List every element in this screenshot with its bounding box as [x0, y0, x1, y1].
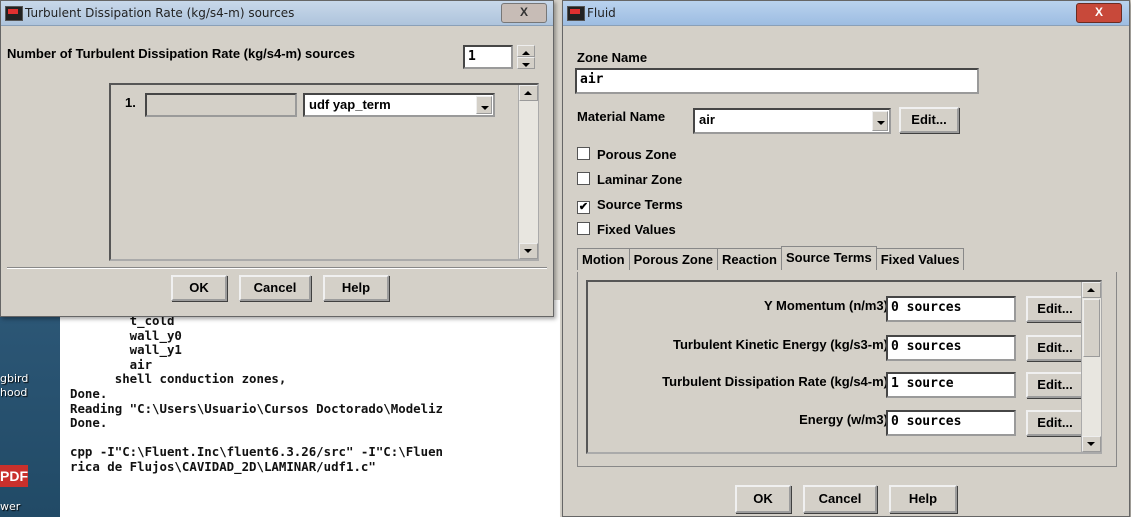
energy-edit-button[interactable]: Edit... — [1026, 410, 1084, 436]
checkbox-label: Laminar Zone — [597, 172, 683, 187]
checkbox-label: Source Terms — [597, 197, 683, 212]
y-momentum-label: Y Momentum (n/m3) — [764, 298, 888, 313]
cancel-button[interactable]: Cancel — [803, 485, 877, 513]
close-icon[interactable]: X — [1076, 3, 1122, 23]
checkbox-icon[interactable] — [577, 147, 590, 160]
spinner-down-icon[interactable] — [517, 57, 535, 69]
sources-dialog: Turbulent Dissipation Rate (kg/s4-m) sou… — [0, 0, 554, 317]
source-value-field[interactable] — [145, 93, 297, 117]
checkbox-icon[interactable] — [577, 172, 590, 185]
chevron-down-icon[interactable] — [872, 111, 888, 131]
chevron-down-icon[interactable] — [476, 96, 492, 114]
material-value: air — [699, 112, 715, 127]
checkbox-icon[interactable] — [577, 222, 590, 235]
sources-dialog-titlebar[interactable]: Turbulent Dissipation Rate (kg/s4-m) sou… — [1, 1, 553, 26]
fluent-app-icon — [567, 6, 585, 21]
divider — [7, 267, 547, 269]
material-edit-button[interactable]: Edit... — [899, 107, 959, 133]
zone-name-input[interactable]: air — [575, 68, 979, 94]
material-select[interactable]: air — [693, 108, 891, 134]
fluid-tabs: Motion Porous Zone Reaction Source Terms Fix… — [577, 246, 965, 272]
source-item-index: 1. — [125, 95, 136, 110]
source-count-label: Number of Turbulent Dissipation Rate (kg… — [7, 46, 355, 61]
scroll-down-icon[interactable] — [519, 243, 538, 259]
checkbox-label: Fixed Values — [597, 222, 676, 237]
sources-list-frame: 1. udf yap_term — [109, 83, 539, 261]
console-output: t_cold wall_y0 wall_y1 air shell conduct… — [70, 313, 443, 474]
fluid-dialog: Fluid X Zone Name air Material Name air … — [562, 0, 1130, 517]
y-momentum-edit-button[interactable]: Edit... — [1026, 296, 1084, 322]
source-terms-panel: Y Momentum (n/m3) 0 sources Edit... Turb… — [577, 272, 1117, 467]
source-udf-select[interactable]: udf yap_term — [303, 93, 495, 117]
porous-zone-checkbox[interactable]: Porous Zone — [577, 147, 676, 162]
source-count-input[interactable]: 1 — [463, 45, 513, 69]
energy-label: Energy (w/m3) — [799, 412, 888, 427]
close-icon[interactable]: X — [501, 3, 547, 23]
tdr-label: Turbulent Dissipation Rate (kg/s4-m) — [662, 374, 888, 389]
scroll-down-icon[interactable] — [1082, 436, 1101, 452]
scroll-up-icon[interactable] — [519, 85, 538, 101]
tke-sources: 0 sources — [886, 335, 1016, 361]
checkmark-icon[interactable]: ✔ — [577, 201, 590, 214]
tke-label: Turbulent Kinetic Energy (kg/s3-m) — [672, 337, 888, 352]
zone-name-label: Zone Name — [577, 50, 648, 65]
desktop-icon-label[interactable]: gbird — [0, 372, 28, 385]
help-button[interactable]: Help — [889, 485, 957, 513]
ok-button[interactable]: OK — [735, 485, 791, 513]
tab-porous-zone[interactable]: Porous Zone — [628, 248, 719, 270]
energy-sources: 0 sources — [886, 410, 1016, 436]
tdr-sources: 1 source — [886, 372, 1016, 398]
scroll-thumb[interactable] — [1083, 299, 1100, 357]
fixed-values-checkbox[interactable]: Fixed Values — [577, 222, 676, 237]
fluent-app-icon — [5, 6, 23, 21]
sources-dialog-body: Number of Turbulent Dissipation Rate (kg… — [1, 26, 553, 316]
ok-button[interactable]: OK — [171, 275, 227, 301]
desktop-icon-label[interactable]: hood — [0, 386, 27, 399]
source-count-spinner[interactable] — [517, 45, 535, 69]
tdr-edit-button[interactable]: Edit... — [1026, 372, 1084, 398]
tab-fixed-values[interactable]: Fixed Values — [875, 248, 965, 270]
fluid-dialog-title: Fluid — [587, 6, 616, 20]
source-terms-list: Y Momentum (n/m3) 0 sources Edit... Turb… — [586, 280, 1102, 454]
fluid-dialog-titlebar[interactable]: Fluid X — [563, 1, 1129, 26]
source-terms-checkbox[interactable]: ✔ Source Terms — [577, 197, 683, 214]
laminar-zone-checkbox[interactable]: Laminar Zone — [577, 172, 682, 187]
help-button[interactable]: Help — [323, 275, 389, 301]
tab-motion[interactable]: Motion — [577, 248, 630, 270]
tke-edit-button[interactable]: Edit... — [1026, 335, 1084, 361]
pdf-icon[interactable]: PDF — [0, 465, 28, 487]
cancel-button[interactable]: Cancel — [239, 275, 311, 301]
sources-dialog-title: Turbulent Dissipation Rate (kg/s4-m) sou… — [25, 6, 295, 20]
material-name-label: Material Name — [577, 109, 666, 124]
scroll-up-icon[interactable] — [1082, 282, 1101, 298]
tab-reaction[interactable]: Reaction — [717, 248, 782, 270]
fluid-dialog-body: Zone Name air Material Name air Edit... … — [563, 26, 1129, 516]
checkbox-label: Porous Zone — [597, 147, 677, 162]
tab-source-terms[interactable]: Source Terms — [780, 246, 877, 270]
spinner-up-icon[interactable] — [517, 45, 535, 57]
sources-list-scrollbar[interactable] — [518, 85, 538, 259]
fluent-console[interactable]: t_cold wall_y0 wall_y1 air shell conduct… — [60, 300, 560, 517]
desktop-icon-label[interactable]: wer — [0, 500, 20, 513]
source-udf-value: udf yap_term — [309, 97, 391, 112]
source-terms-scrollbar[interactable] — [1081, 282, 1101, 452]
y-momentum-sources: 0 sources — [886, 296, 1016, 322]
